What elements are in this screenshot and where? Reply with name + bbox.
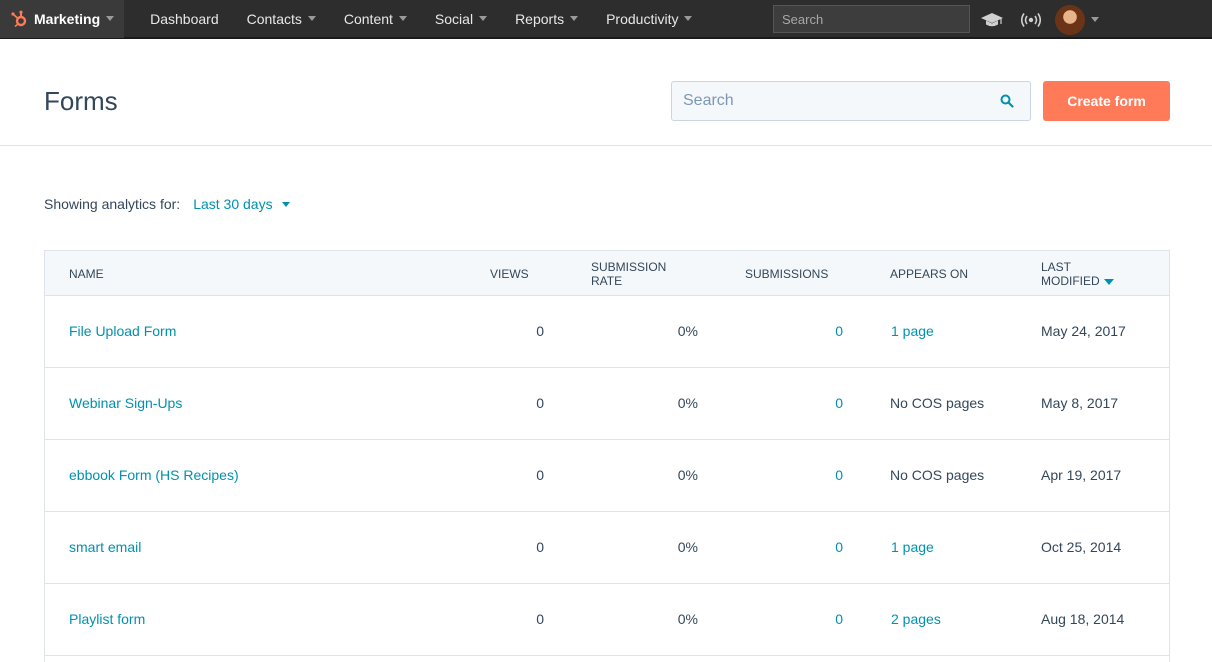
- submission-rate-value: 0%: [677, 467, 698, 483]
- nav-productivity[interactable]: Productivity: [592, 0, 706, 38]
- chevron-down-icon: [479, 16, 488, 21]
- chevron-down-icon: [281, 201, 290, 207]
- global-search-input[interactable]: [773, 5, 970, 33]
- broadcast-icon: [1020, 12, 1042, 27]
- date-range-value: Last 30 days: [193, 196, 273, 212]
- nav-reports-label: Reports: [515, 10, 565, 27]
- col-submission-rate-line1: SUBMISSION: [591, 260, 667, 274]
- submissions-link[interactable]: 0: [835, 611, 843, 627]
- avatar: [1055, 4, 1085, 35]
- nav-content[interactable]: Content: [330, 0, 421, 38]
- forms-search-input[interactable]: [672, 82, 992, 120]
- col-last-modified-label: MODIFIED: [1041, 274, 1100, 288]
- views-value: 0: [536, 611, 544, 627]
- col-submissions[interactable]: SUBMISSIONS: [745, 267, 828, 281]
- date-range-dropdown[interactable]: Last 30 days: [193, 196, 290, 212]
- last-modified-value: Aug 18, 2014: [1041, 611, 1125, 627]
- table-row: smart email 0 0% 0 1 page Oct 25, 2014: [45, 512, 1169, 584]
- form-name-link[interactable]: Playlist form: [69, 611, 145, 627]
- col-submission-rate[interactable]: SUBMISSION RATE: [591, 260, 666, 288]
- header-divider: [0, 145, 1212, 146]
- sort-descending-icon: [1103, 278, 1114, 285]
- form-name-link[interactable]: File Upload Form: [69, 323, 176, 339]
- col-submission-rate-line2: RATE: [591, 274, 623, 288]
- chevron-down-icon: [1091, 17, 1099, 22]
- form-name-link[interactable]: smart email: [69, 539, 141, 555]
- forms-search: [671, 81, 1031, 121]
- form-name-link[interactable]: ebbook Form (HS Recipes): [69, 467, 239, 483]
- views-value: 0: [536, 467, 544, 483]
- table-row: File Upload Form 0 0% 0 1 page May 24, 2…: [45, 296, 1169, 368]
- academy-button[interactable]: [979, 0, 1005, 39]
- last-modified-value: May 8, 2017: [1041, 395, 1119, 411]
- nav-dashboard-label: Dashboard: [150, 10, 219, 27]
- hubspot-sprocket-icon: [11, 10, 27, 27]
- brand-menu[interactable]: Marketing: [0, 0, 125, 38]
- col-last-modified-line1: LAST: [1041, 260, 1072, 274]
- nav-social[interactable]: Social: [421, 0, 501, 38]
- table-row-partial: [45, 656, 1169, 662]
- nav-reports[interactable]: Reports: [501, 0, 592, 38]
- appears-on-link[interactable]: 1 page: [891, 323, 934, 339]
- submission-rate-value: 0%: [677, 395, 698, 411]
- last-modified-value: Oct 25, 2014: [1041, 539, 1122, 555]
- views-value: 0: [536, 395, 544, 411]
- search-icon[interactable]: [1000, 94, 1014, 108]
- notifications-button[interactable]: [1018, 0, 1044, 39]
- brand-label: Marketing: [34, 10, 101, 27]
- chevron-down-icon: [684, 16, 693, 21]
- col-views[interactable]: VIEWS: [490, 267, 529, 281]
- submissions-link[interactable]: 0: [835, 395, 843, 411]
- col-last-modified-line2: MODIFIED: [1041, 274, 1114, 288]
- submissions-link[interactable]: 0: [835, 539, 843, 555]
- forms-table: NAME VIEWS SUBMISSION RATE SUBMISSIONS A…: [44, 250, 1170, 662]
- appears-on-value: No COS pages: [890, 467, 985, 483]
- top-nav: Marketing Dashboard Contacts Content Soc…: [0, 0, 1212, 39]
- nav-contacts[interactable]: Contacts: [233, 0, 330, 38]
- chevron-down-icon: [570, 16, 579, 21]
- views-value: 0: [536, 539, 544, 555]
- table-header: NAME VIEWS SUBMISSION RATE SUBMISSIONS A…: [45, 251, 1169, 296]
- analytics-label: Showing analytics for:: [44, 196, 181, 212]
- account-menu[interactable]: [1055, 0, 1105, 39]
- last-modified-value: Apr 19, 2017: [1041, 467, 1122, 483]
- col-appears-on[interactable]: APPEARS ON: [890, 267, 968, 281]
- page-title: Forms: [44, 86, 118, 116]
- form-name-link[interactable]: Webinar Sign-Ups: [69, 395, 182, 411]
- table-row: ebbook Form (HS Recipes) 0 0% 0 No COS p…: [45, 440, 1169, 512]
- table-row: Webinar Sign-Ups 0 0% 0 No COS pages May…: [45, 368, 1169, 440]
- submission-rate-value: 0%: [677, 539, 698, 555]
- submissions-link[interactable]: 0: [835, 467, 843, 483]
- create-form-button[interactable]: Create form: [1043, 81, 1170, 121]
- appears-on-link[interactable]: 2 pages: [891, 611, 941, 627]
- col-last-modified[interactable]: LAST MODIFIED: [1041, 260, 1114, 288]
- chevron-down-icon: [106, 16, 115, 21]
- submission-rate-value: 0%: [677, 323, 698, 339]
- nav-social-label: Social: [434, 10, 474, 27]
- submission-rate-value: 0%: [677, 611, 698, 627]
- appears-on-link[interactable]: 1 page: [891, 539, 934, 555]
- last-modified-value: May 24, 2017: [1041, 323, 1126, 339]
- col-name[interactable]: NAME: [69, 267, 104, 281]
- chevron-down-icon: [398, 16, 407, 21]
- chevron-down-icon: [307, 16, 316, 21]
- nav-contacts-label: Contacts: [246, 10, 302, 27]
- nav-dashboard[interactable]: Dashboard: [136, 0, 233, 38]
- nav-content-label: Content: [343, 10, 393, 27]
- table-row: Playlist form 0 0% 0 2 pages Aug 18, 201…: [45, 584, 1169, 656]
- appears-on-value: No COS pages: [890, 395, 985, 411]
- submissions-link[interactable]: 0: [835, 323, 843, 339]
- nav-productivity-label: Productivity: [606, 10, 679, 27]
- graduation-cap-icon: [981, 12, 1003, 26]
- views-value: 0: [536, 323, 544, 339]
- analytics-filter: Showing analytics for: Last 30 days: [44, 196, 290, 212]
